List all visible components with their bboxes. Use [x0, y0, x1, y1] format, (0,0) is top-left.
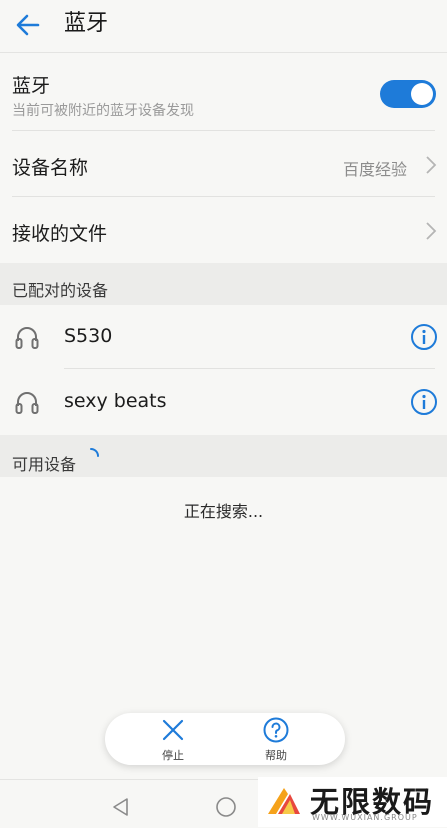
nav-back-icon[interactable] — [110, 796, 132, 818]
paired-devices-label: 已配对的设备 — [12, 281, 109, 300]
back-arrow-icon[interactable] — [12, 9, 44, 41]
device-name: S530 — [64, 325, 113, 347]
bluetooth-switch[interactable] — [380, 80, 436, 108]
bluetooth-label: 蓝牙 — [12, 75, 51, 97]
device-name: sexy beats — [64, 390, 167, 412]
available-devices-header: 可用设备 — [0, 435, 447, 477]
switch-knob — [411, 83, 433, 105]
help-icon — [263, 717, 289, 743]
watermark-logo-icon — [268, 788, 300, 814]
page-title: 蓝牙 — [64, 11, 109, 36]
available-devices-label: 可用设备 — [12, 455, 77, 474]
paired-device-row[interactable]: S530 — [0, 305, 447, 369]
device-name-value: 百度经验 — [342, 160, 407, 179]
device-name-row[interactable]: 设备名称 百度经验 — [0, 131, 447, 197]
received-files-label: 接收的文件 — [12, 223, 108, 245]
chevron-right-icon — [426, 222, 437, 240]
nav-home-icon[interactable] — [215, 796, 237, 818]
watermark: 无限数码 WWW.WUXIAN.GROUP — [258, 777, 447, 827]
headphones-icon — [15, 392, 39, 414]
stop-button[interactable]: 停止 — [138, 713, 208, 765]
help-button[interactable]: 帮助 — [241, 713, 311, 765]
stop-label: 停止 — [162, 749, 184, 762]
top-app-bar: 蓝牙 — [0, 0, 447, 53]
bottom-action-bar: 停止 帮助 — [105, 713, 345, 765]
chevron-right-icon — [426, 156, 437, 174]
close-icon — [162, 719, 184, 741]
searching-status: 正在搜索... — [183, 502, 264, 521]
info-icon[interactable] — [410, 323, 438, 351]
watermark-url: WWW.WUXIAN.GROUP — [312, 813, 418, 822]
headphones-icon — [15, 327, 39, 349]
loading-spinner-icon — [90, 448, 99, 457]
device-name-label: 设备名称 — [12, 157, 89, 179]
help-label: 帮助 — [265, 749, 287, 762]
received-files-row[interactable]: 接收的文件 — [0, 197, 447, 263]
info-icon[interactable] — [410, 388, 438, 416]
bluetooth-visibility-text: 当前可被附近的蓝牙设备发现 — [12, 103, 194, 119]
paired-device-row[interactable]: sexy beats — [0, 369, 447, 435]
paired-devices-header: 已配对的设备 — [0, 263, 447, 305]
